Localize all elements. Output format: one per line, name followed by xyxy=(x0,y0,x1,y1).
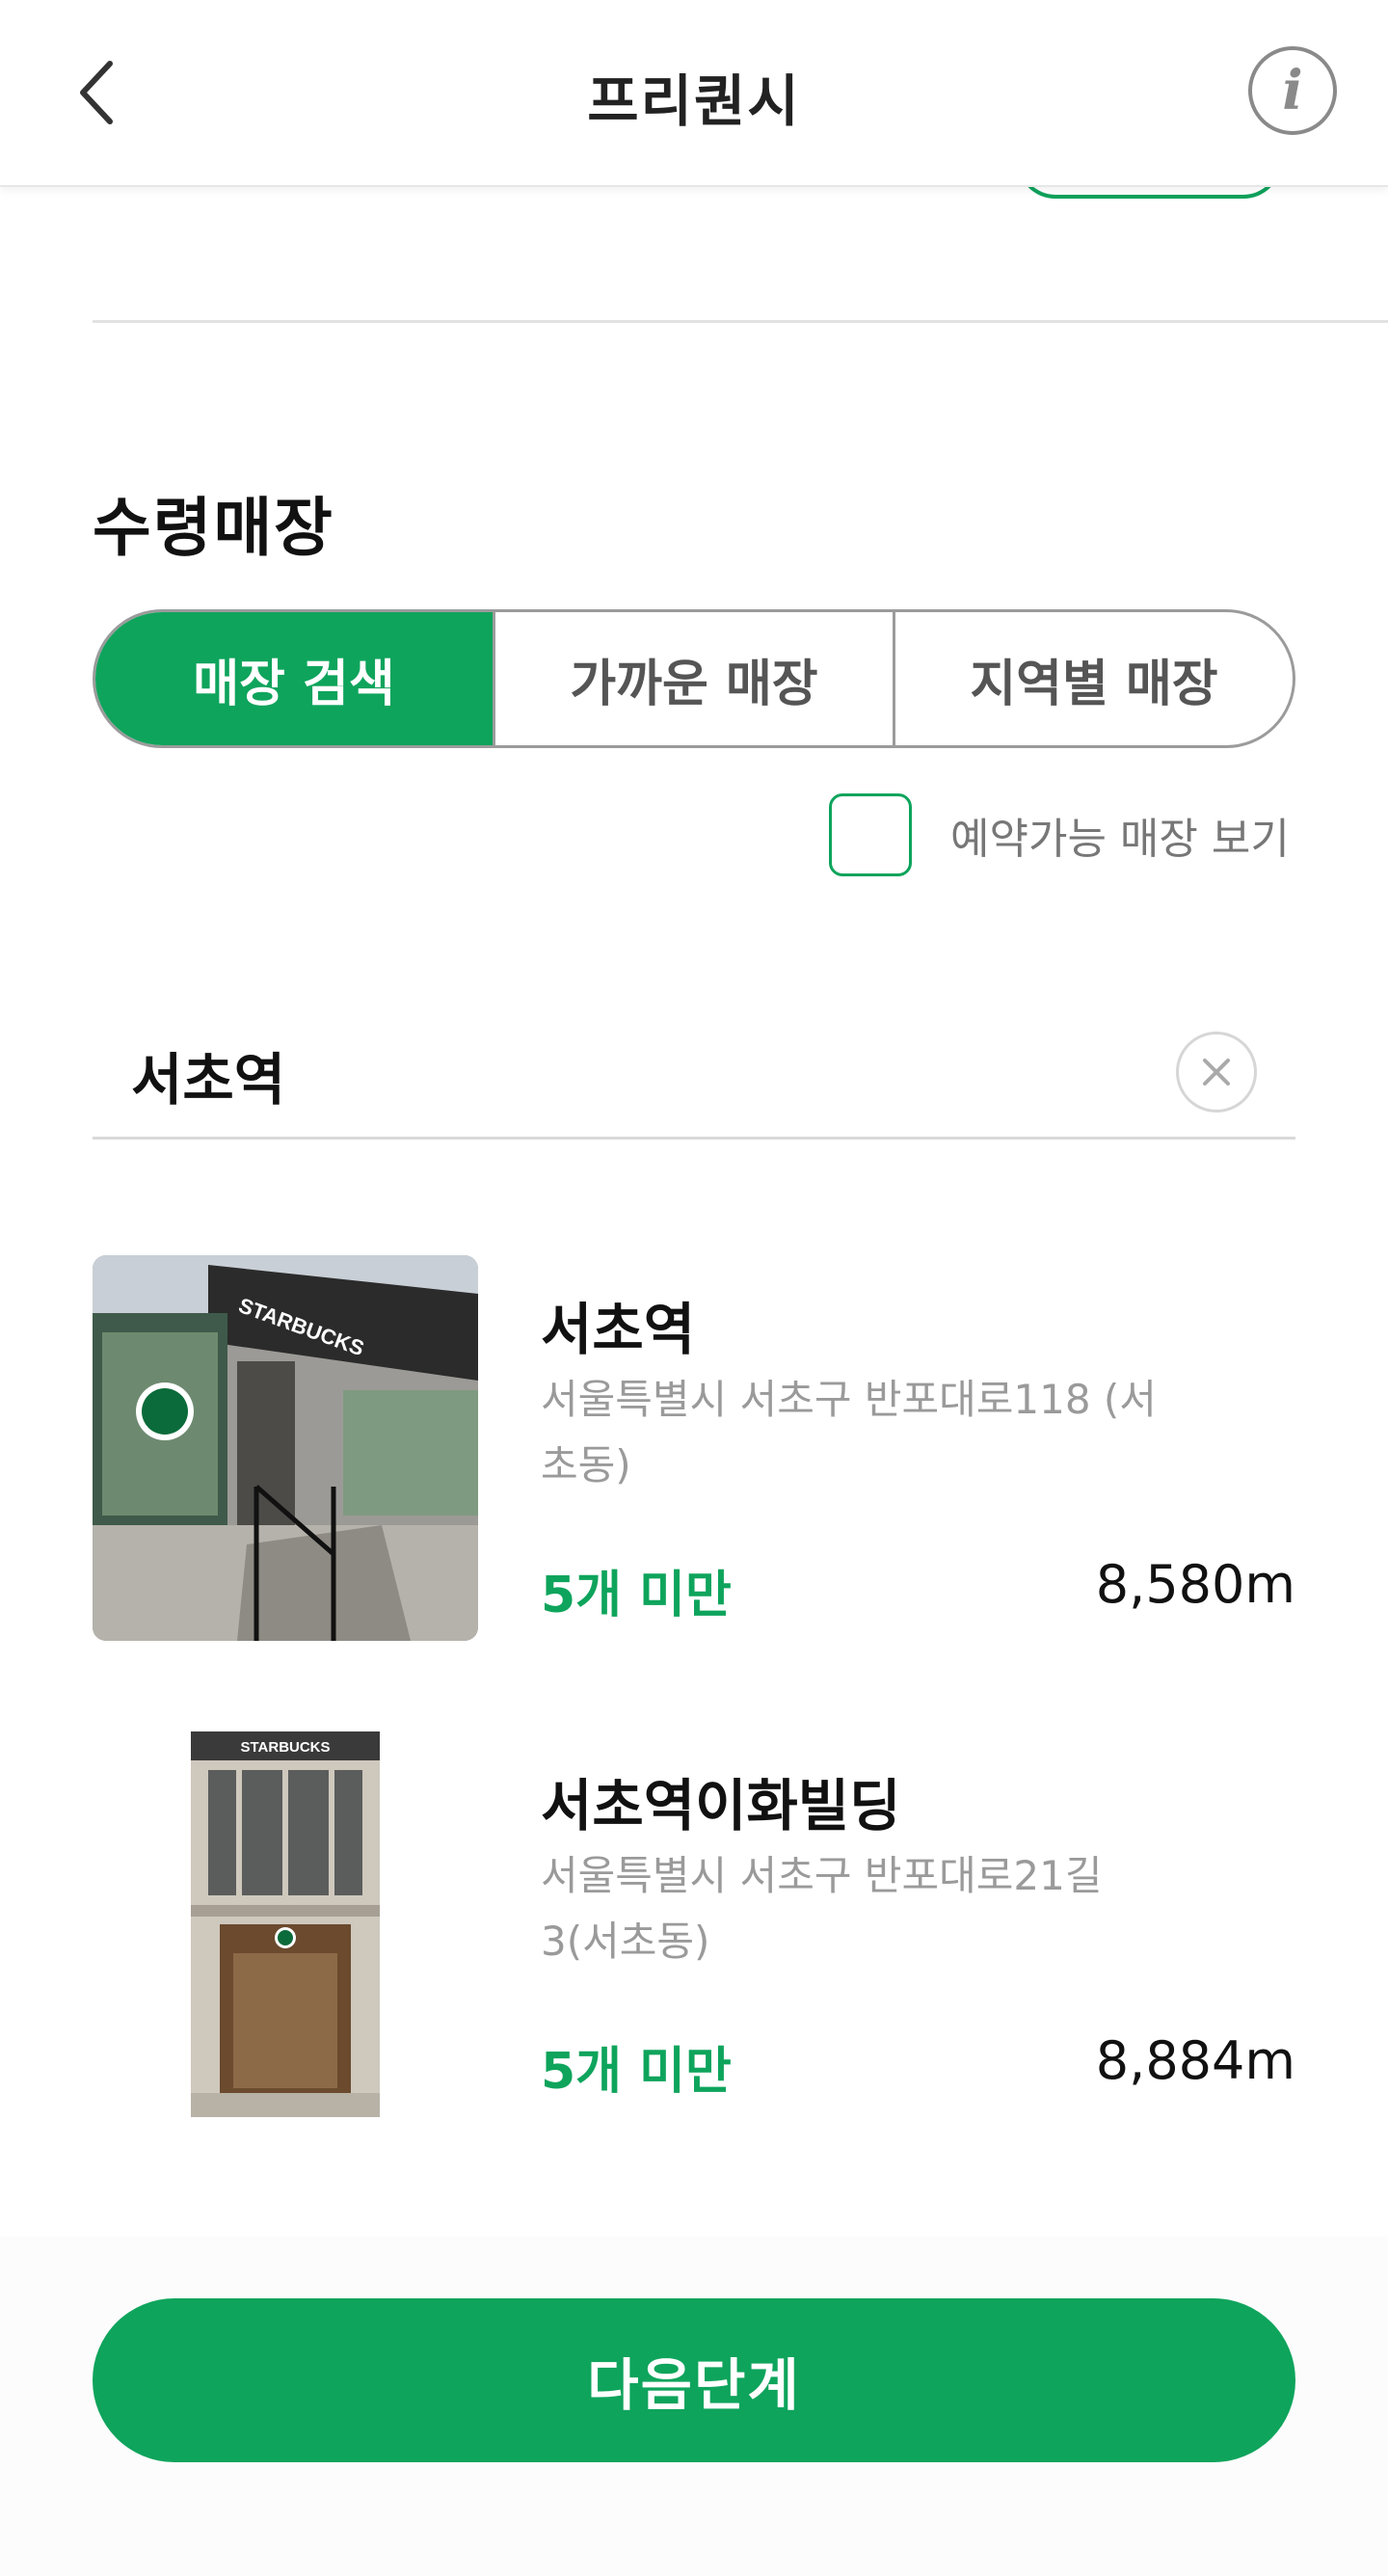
store-stock-status: 5개 미만 xyxy=(541,1567,732,1624)
section-divider xyxy=(93,320,1388,323)
tab-nearby-stores[interactable]: 가까운 매장 xyxy=(493,612,893,745)
store-photo: STARBUCKS xyxy=(191,1731,380,2117)
page-title: 프리퀀시 xyxy=(587,68,801,134)
store-list-item[interactable]: STARBUCKS 서초역 서울특별시 서초구 반포대로118 (서초동) 5개… xyxy=(93,1255,1295,1643)
app-header: 프리퀀시 i xyxy=(0,0,1388,187)
store-search-field xyxy=(93,1022,1295,1140)
close-icon xyxy=(1203,1059,1230,1086)
reservable-filter-label: 예약가능 매장 보기 xyxy=(950,815,1290,864)
store-distance: 8,580m xyxy=(1095,1554,1295,1615)
bottom-action-bar: 다음단계 xyxy=(0,2237,1388,2576)
reservable-filter[interactable]: 예약가능 매장 보기 xyxy=(829,792,1290,877)
tab-stores-by-region[interactable]: 지역별 매장 xyxy=(893,612,1293,745)
svg-text:STARBUCKS: STARBUCKS xyxy=(240,1739,330,1756)
store-photo: STARBUCKS xyxy=(93,1255,478,1641)
info-icon: i xyxy=(1282,59,1303,122)
next-step-button[interactable]: 다음단계 xyxy=(93,2298,1295,2462)
tab-store-search[interactable]: 매장 검색 xyxy=(95,612,493,745)
reservable-checkbox[interactable] xyxy=(829,793,912,876)
info-button[interactable]: i xyxy=(1248,46,1337,135)
store-name: 서초역 xyxy=(541,1297,696,1362)
store-distance: 8,884m xyxy=(1095,2030,1295,2091)
store-name: 서초역이화빌딩 xyxy=(541,1773,901,1838)
store-list-item[interactable]: STARBUCKS 서초역이화빌딩 서울특별시 서초구 반포대로21길 3(서초… xyxy=(93,1731,1295,2119)
chevron-left-icon xyxy=(80,61,113,124)
back-button[interactable] xyxy=(58,54,135,131)
store-address: 서울특별시 서초구 반포대로118 (서초동) xyxy=(541,1376,1157,1489)
search-input[interactable] xyxy=(131,1032,1095,1118)
section-title-pickup-store: 수령매장 xyxy=(93,491,334,565)
store-stock-status: 5개 미만 xyxy=(541,2043,732,2101)
store-search-tabs: 매장 검색 가까운 매장 지역별 매장 xyxy=(93,609,1295,748)
clear-search-button[interactable] xyxy=(1176,1032,1257,1113)
store-address: 서울특별시 서초구 반포대로21길 3(서초동) xyxy=(541,1852,1103,1965)
